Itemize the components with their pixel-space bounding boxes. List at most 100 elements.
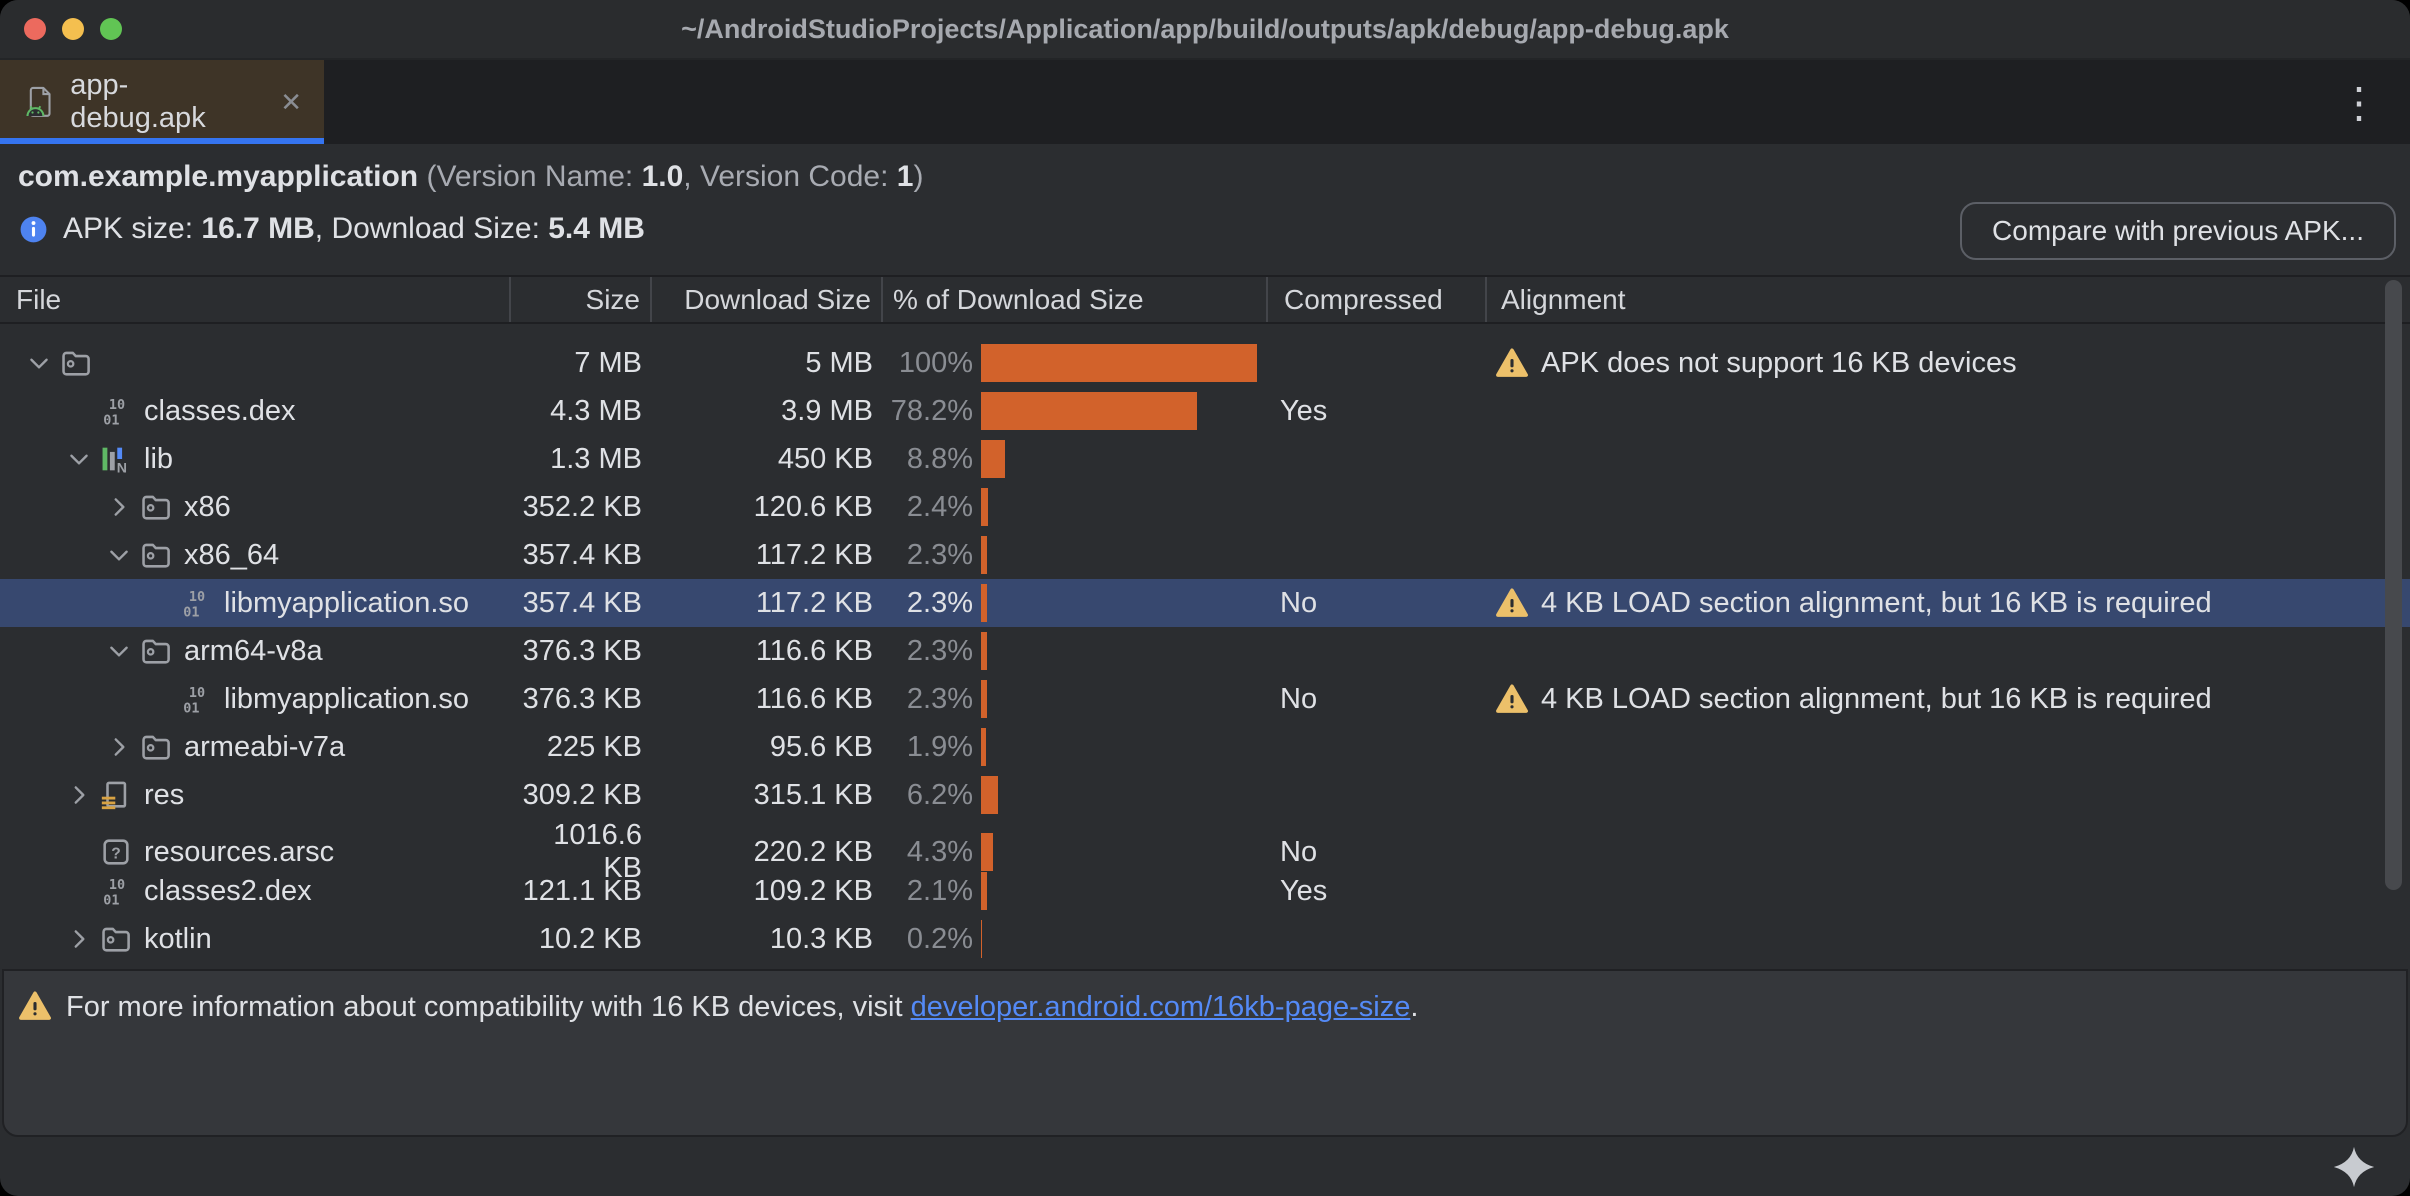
chevron-down-icon[interactable] xyxy=(100,638,138,664)
table-row[interactable]: classes2.dex 121.1 KB 109.2 KB 2.1% Yes xyxy=(0,867,2410,915)
vertical-scrollbar-thumb[interactable] xyxy=(2385,280,2402,890)
chevron-down-icon[interactable] xyxy=(100,542,138,568)
chevron-right-icon[interactable] xyxy=(100,494,138,520)
table-row[interactable]: lib 1.3 MB 450 KB 8.8% xyxy=(0,435,2410,483)
column-header-percent-of-download-size[interactable]: % of Download Size xyxy=(881,277,1266,322)
percent-cell: 2.3% xyxy=(881,635,981,668)
file-tree-cell: libmyapplication.so xyxy=(0,585,509,621)
percent-bar xyxy=(981,344,1257,382)
table-row[interactable]: libmyapplication.so 357.4 KB 117.2 KB 2.… xyxy=(0,579,2410,627)
percent-bar xyxy=(981,488,988,526)
16kb-page-size-link[interactable]: developer.android.com/16kb-page-size xyxy=(911,991,1411,1023)
table-row[interactable]: libmyapplication.so 376.3 KB 116.6 KB 2.… xyxy=(0,675,2410,723)
info-icon xyxy=(18,214,49,245)
column-header-file[interactable]: File xyxy=(0,277,509,322)
folder-icon xyxy=(98,921,134,957)
apk-file-icon xyxy=(22,84,56,120)
folder-icon xyxy=(138,633,174,669)
folder-icon xyxy=(138,729,174,765)
file-tree-cell: arm64-v8a xyxy=(0,633,509,669)
file-tree-cell xyxy=(0,345,509,381)
table-row[interactable]: 7 MB 5 MB 100% APK does not support 16 K… xyxy=(0,339,2410,387)
download-size-cell: 10.3 KB xyxy=(650,923,881,956)
kebab-menu-icon[interactable]: ⋮ xyxy=(2338,60,2380,144)
chevron-icon xyxy=(60,878,98,904)
percent-bar-cell xyxy=(981,339,1266,387)
compare-with-previous-apk-button[interactable]: Compare with previous APK... xyxy=(1960,202,2396,260)
file-name: classes.dex xyxy=(144,395,296,428)
chevron-down-icon[interactable] xyxy=(20,350,58,376)
footer-warning-text: For more information about compatibility… xyxy=(66,991,1418,1024)
dex-icon xyxy=(98,873,134,909)
column-header-download-size[interactable]: Download Size xyxy=(650,277,881,322)
version-name: 1.0 xyxy=(642,160,684,193)
download-size-cell: 95.6 KB xyxy=(650,731,881,764)
tab-app-debug-apk[interactable]: app-debug.apk ✕ xyxy=(0,60,324,144)
column-header-alignment[interactable]: Alignment xyxy=(1485,277,2410,322)
table-row[interactable]: armeabi-v7a 225 KB 95.6 KB 1.9% xyxy=(0,723,2410,771)
percent-cell: 6.2% xyxy=(881,779,981,812)
percent-bar-cell xyxy=(981,915,1266,963)
download-size-cell: 117.2 KB xyxy=(650,587,881,620)
window-title: ~/AndroidStudioProjects/Application/app/… xyxy=(0,14,2410,45)
title-bar: ~/AndroidStudioProjects/Application/app/… xyxy=(0,0,2410,60)
file-name: res xyxy=(144,779,184,812)
download-size-cell: 109.2 KB xyxy=(650,875,881,908)
download-size-cell: 3.9 MB xyxy=(650,395,881,428)
table-row[interactable]: resources.arsc 1016.6 KB 220.2 KB 4.3% N… xyxy=(0,819,2410,867)
chevron-right-icon[interactable] xyxy=(60,926,98,952)
table-row[interactable]: x86_64 357.4 KB 117.2 KB 2.3% xyxy=(0,531,2410,579)
chevron-right-icon[interactable] xyxy=(100,734,138,760)
table-row[interactable]: classes.dex 4.3 MB 3.9 MB 78.2% Yes xyxy=(0,387,2410,435)
size-cell: 121.1 KB xyxy=(509,875,650,908)
lib-icon xyxy=(98,441,134,477)
download-size-cell: 450 KB xyxy=(650,443,881,476)
percent-bar xyxy=(981,728,986,766)
dex-icon xyxy=(178,585,214,621)
file-tree-cell: classes.dex xyxy=(0,393,509,429)
percent-cell: 4.3% xyxy=(881,836,981,869)
percent-bar-cell xyxy=(981,675,1266,723)
alignment-warning-text: 4 KB LOAD section alignment, but 16 KB i… xyxy=(1541,587,2212,620)
close-tab-icon[interactable]: ✕ xyxy=(280,87,302,118)
size-cell: 357.4 KB xyxy=(509,587,650,620)
percent-bar-cell xyxy=(981,531,1266,579)
file-tree-cell: libmyapplication.so xyxy=(0,681,509,717)
table-row[interactable]: res 309.2 KB 315.1 KB 6.2% xyxy=(0,771,2410,819)
table-row[interactable]: x86 352.2 KB 120.6 KB 2.4% xyxy=(0,483,2410,531)
size-cell: 1.3 MB xyxy=(509,443,650,476)
ai-sparkle-icon[interactable] xyxy=(2332,1145,2376,1189)
percent-bar-cell xyxy=(981,579,1266,627)
table-row[interactable]: kotlin 10.2 KB 10.3 KB 0.2% xyxy=(0,915,2410,963)
download-size-cell: 315.1 KB xyxy=(650,779,881,812)
percent-bar xyxy=(981,536,987,574)
file-tree-cell: x86 xyxy=(0,489,509,525)
column-header-compressed[interactable]: Compressed xyxy=(1266,277,1485,322)
percent-cell: 0.2% xyxy=(881,923,981,956)
footer-warning-panel: For more information about compatibility… xyxy=(2,969,2408,1137)
res-icon xyxy=(98,777,134,813)
percent-bar xyxy=(981,632,987,670)
download-size-cell: 116.6 KB xyxy=(650,635,881,668)
file-tree-cell: resources.arsc xyxy=(0,834,509,870)
chevron-down-icon[interactable] xyxy=(60,446,98,472)
percent-bar xyxy=(981,440,1005,478)
size-cell: 7 MB xyxy=(509,347,650,380)
warning-icon xyxy=(1495,682,1529,716)
percent-bar xyxy=(981,680,987,718)
chevron-right-icon[interactable] xyxy=(60,782,98,808)
percent-bar xyxy=(981,584,987,622)
warning-icon xyxy=(18,989,52,1023)
version-code: 1 xyxy=(897,160,914,193)
column-header-size[interactable]: Size xyxy=(509,277,650,322)
download-size-cell: 120.6 KB xyxy=(650,491,881,524)
percent-bar xyxy=(981,392,1197,430)
file-name: resources.arsc xyxy=(144,836,334,869)
size-cell: 225 KB xyxy=(509,731,650,764)
file-tree-cell: classes2.dex xyxy=(0,873,509,909)
compressed-cell: No xyxy=(1266,836,1485,869)
folder-icon xyxy=(58,345,94,381)
percent-bar-cell xyxy=(981,483,1266,531)
chevron-icon xyxy=(140,686,178,712)
table-row[interactable]: arm64-v8a 376.3 KB 116.6 KB 2.3% xyxy=(0,627,2410,675)
